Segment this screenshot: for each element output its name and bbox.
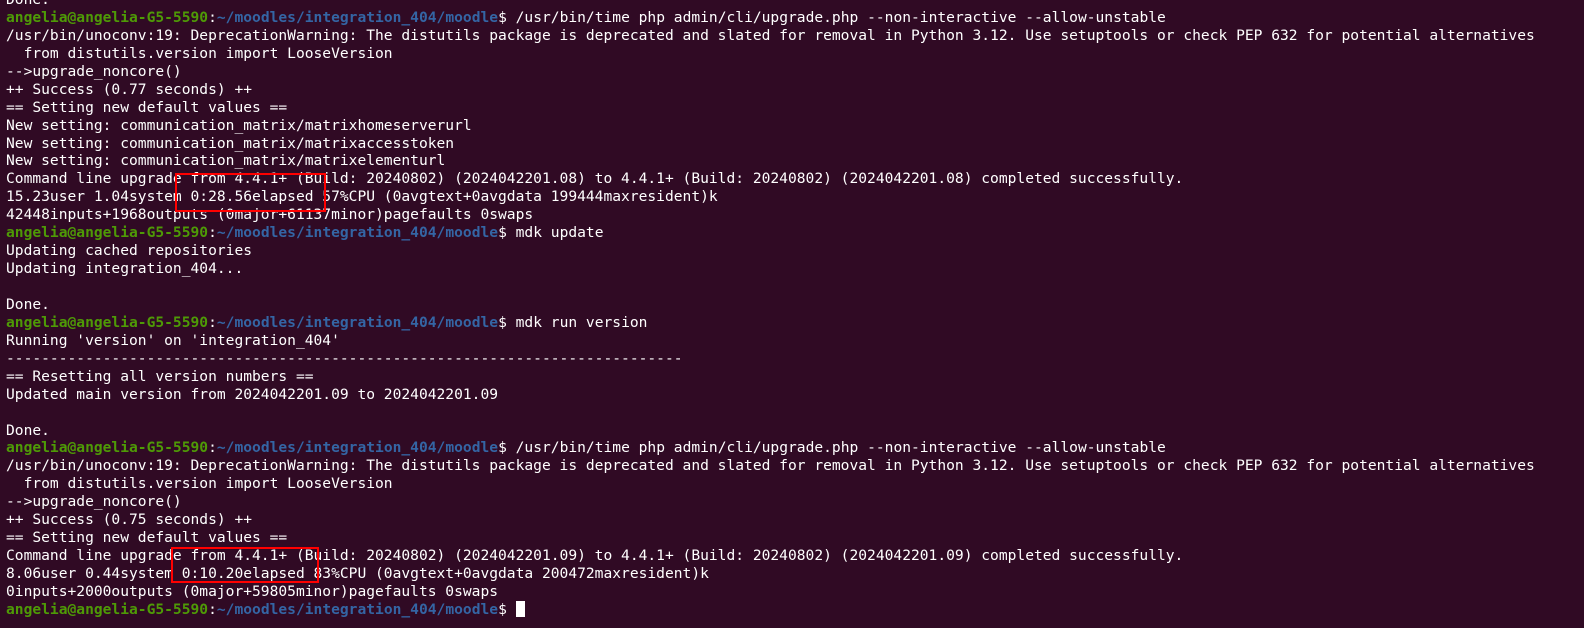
prompt-path: ~/moodles/integration_404/moodle [216,224,499,242]
output-line: from distutils.version import LooseVersi… [6,44,393,62]
prompt-line: angelia@angelia-G5-5590:~/moodles/integr… [6,224,1584,242]
command-text: $ /usr/bin/time php admin/cli/upgrade.ph… [498,8,1166,26]
output-line: == Setting new default values == [6,98,288,116]
terminal-output: Done.angelia@angelia-G5-5590:~/moodles/i… [6,0,1584,619]
prompt-separator: : [208,224,217,242]
prompt-user: angelia@angelia-G5-5590 [6,313,209,331]
prompt-path: ~/moodles/integration_404/moodle [216,8,499,26]
output-line: Command line upgrade from 4.4.1+ (Build:… [6,547,1184,565]
prompt-separator: : [208,600,217,618]
command-text: $ [498,600,516,618]
prompt-separator: : [208,439,217,457]
prompt-line: angelia@angelia-G5-5590:~/moodles/integr… [6,439,1584,457]
prompt-separator: : [208,8,217,26]
prompt-separator: : [208,313,217,331]
output-line: -->upgrade_noncore() [6,493,182,511]
prompt-user: angelia@angelia-G5-5590 [6,600,209,618]
output-line: New setting: communication_matrix/matrix… [6,116,472,134]
command-text: $ mdk update [498,224,604,242]
output-line: from distutils.version import LooseVersi… [6,475,393,493]
prompt-user: angelia@angelia-G5-5590 [6,439,209,457]
prompt-line: angelia@angelia-G5-5590:~/moodles/integr… [6,314,1584,332]
prompt-path: ~/moodles/integration_404/moodle [216,313,499,331]
output-line: Updating cached repositories [6,242,253,260]
output-line: ++ Success (0.75 seconds) ++ [6,511,253,529]
terminal-window[interactable]: Done.angelia@angelia-G5-5590:~/moodles/i… [0,0,1584,628]
prompt-path: ~/moodles/integration_404/moodle [216,600,499,618]
output-line: Updated main version from 2024042201.09 … [6,385,499,403]
output-line: -->upgrade_noncore() [6,62,182,80]
output-line: 0inputs+2000outputs (0major+59805minor)p… [6,582,499,600]
prompt-user: angelia@angelia-G5-5590 [6,224,209,242]
output-line: ++ Success (0.77 seconds) ++ [6,80,253,98]
output-line: Done. [6,421,50,439]
output-line: ----------------------------------------… [6,349,683,367]
output-line: Updating integration_404... [6,260,244,278]
prompt-line: angelia@angelia-G5-5590:~/moodles/integr… [6,9,1584,27]
text-cursor[interactable] [515,600,525,617]
output-line: Done. [6,0,1584,9]
command-text: $ mdk run version [498,313,648,331]
output-line: /usr/bin/unoconv:19: DeprecationWarning:… [6,457,1535,475]
output-line: /usr/bin/unoconv:19: DeprecationWarning:… [6,26,1535,44]
output-line: == Resetting all version numbers == [6,367,314,385]
prompt-path: ~/moodles/integration_404/moodle [216,439,499,457]
output-line: 15.23user 1.04system 0:28.56elapsed 57%C… [6,188,718,206]
prompt-user: angelia@angelia-G5-5590 [6,8,209,26]
output-line: New setting: communication_matrix/matrix… [6,152,446,170]
output-line: == Setting new default values == [6,529,288,547]
output-line: 8.06user 0.44system 0:10.20elapsed 83%CP… [6,565,709,582]
output-line: 42448inputs+1968outputs (0major+61137min… [6,206,534,224]
prompt-line: angelia@angelia-G5-5590:~/moodles/integr… [6,600,1584,619]
output-line: New setting: communication_matrix/matrix… [6,134,455,152]
output-line: Done. [6,295,50,313]
command-text: $ /usr/bin/time php admin/cli/upgrade.ph… [498,439,1166,457]
output-line: Command line upgrade from 4.4.1+ (Build:… [6,170,1184,188]
output-line: Running 'version' on 'integration_404' [6,331,340,349]
